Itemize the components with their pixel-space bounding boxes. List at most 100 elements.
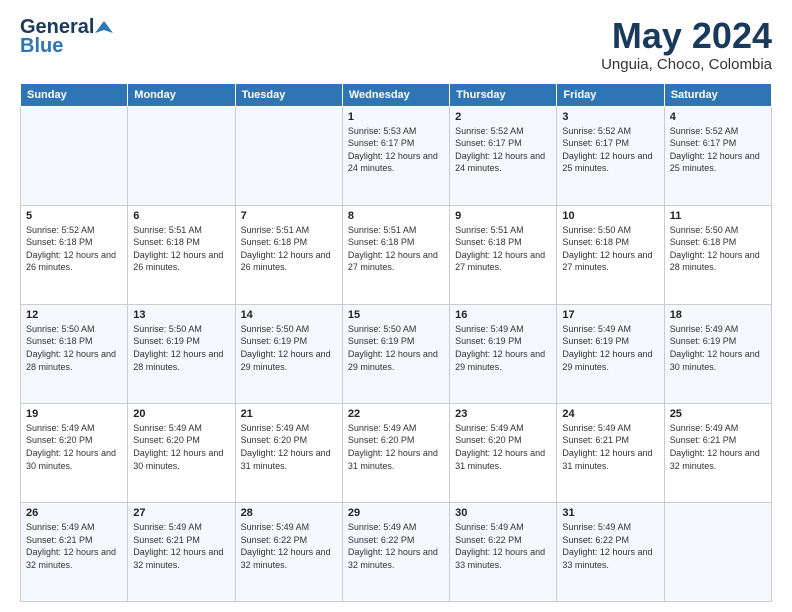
weekday-header-tuesday: Tuesday	[235, 83, 342, 106]
day-number: 15	[348, 309, 444, 321]
day-info: Sunrise: 5:51 AMSunset: 6:18 PMDaylight:…	[133, 224, 229, 274]
day-info: Sunrise: 5:51 AMSunset: 6:18 PMDaylight:…	[455, 224, 551, 274]
day-number: 2	[455, 111, 551, 123]
weekday-header-sunday: Sunday	[21, 83, 128, 106]
calendar-cell-2-1: 5 Sunrise: 5:52 AMSunset: 6:18 PMDayligh…	[21, 205, 128, 304]
calendar-cell-1-6: 3 Sunrise: 5:52 AMSunset: 6:17 PMDayligh…	[557, 106, 664, 205]
day-number: 20	[133, 408, 229, 420]
day-info: Sunrise: 5:49 AMSunset: 6:21 PMDaylight:…	[670, 422, 766, 472]
day-info: Sunrise: 5:52 AMSunset: 6:18 PMDaylight:…	[26, 224, 122, 274]
calendar-cell-4-2: 20 Sunrise: 5:49 AMSunset: 6:20 PMDaylig…	[128, 403, 235, 502]
day-number: 1	[348, 111, 444, 123]
day-number: 30	[455, 507, 551, 519]
logo: General Blue	[20, 16, 113, 58]
day-info: Sunrise: 5:49 AMSunset: 6:19 PMDaylight:…	[562, 323, 658, 373]
logo-blue: Blue	[20, 35, 63, 58]
day-info: Sunrise: 5:49 AMSunset: 6:20 PMDaylight:…	[241, 422, 337, 472]
day-number: 14	[241, 309, 337, 321]
calendar-cell-3-3: 14 Sunrise: 5:50 AMSunset: 6:19 PMDaylig…	[235, 304, 342, 403]
calendar-cell-4-5: 23 Sunrise: 5:49 AMSunset: 6:20 PMDaylig…	[450, 403, 557, 502]
day-number: 17	[562, 309, 658, 321]
day-number: 11	[670, 210, 766, 222]
day-info: Sunrise: 5:50 AMSunset: 6:18 PMDaylight:…	[670, 224, 766, 274]
calendar-cell-5-4: 29 Sunrise: 5:49 AMSunset: 6:22 PMDaylig…	[342, 502, 449, 601]
calendar-week-2: 5 Sunrise: 5:52 AMSunset: 6:18 PMDayligh…	[21, 205, 772, 304]
calendar-cell-1-7: 4 Sunrise: 5:52 AMSunset: 6:17 PMDayligh…	[664, 106, 771, 205]
day-info: Sunrise: 5:49 AMSunset: 6:22 PMDaylight:…	[455, 521, 551, 571]
calendar-cell-3-6: 17 Sunrise: 5:49 AMSunset: 6:19 PMDaylig…	[557, 304, 664, 403]
weekday-header-friday: Friday	[557, 83, 664, 106]
calendar-cell-5-5: 30 Sunrise: 5:49 AMSunset: 6:22 PMDaylig…	[450, 502, 557, 601]
day-number: 6	[133, 210, 229, 222]
weekday-header-row: SundayMondayTuesdayWednesdayThursdayFrid…	[21, 83, 772, 106]
calendar-cell-2-4: 8 Sunrise: 5:51 AMSunset: 6:18 PMDayligh…	[342, 205, 449, 304]
page-header: General Blue May 2024 Unguia, Choco, Col…	[20, 16, 772, 73]
day-info: Sunrise: 5:49 AMSunset: 6:19 PMDaylight:…	[670, 323, 766, 373]
day-number: 16	[455, 309, 551, 321]
weekday-header-saturday: Saturday	[664, 83, 771, 106]
weekday-header-wednesday: Wednesday	[342, 83, 449, 106]
day-info: Sunrise: 5:49 AMSunset: 6:21 PMDaylight:…	[26, 521, 122, 571]
day-number: 26	[26, 507, 122, 519]
calendar-week-5: 26 Sunrise: 5:49 AMSunset: 6:21 PMDaylig…	[21, 502, 772, 601]
day-info: Sunrise: 5:53 AMSunset: 6:17 PMDaylight:…	[348, 125, 444, 175]
day-number: 21	[241, 408, 337, 420]
month-title: May 2024	[601, 16, 772, 56]
calendar-cell-1-4: 1 Sunrise: 5:53 AMSunset: 6:17 PMDayligh…	[342, 106, 449, 205]
day-info: Sunrise: 5:49 AMSunset: 6:21 PMDaylight:…	[133, 521, 229, 571]
calendar-week-4: 19 Sunrise: 5:49 AMSunset: 6:20 PMDaylig…	[21, 403, 772, 502]
day-number: 27	[133, 507, 229, 519]
calendar-cell-2-7: 11 Sunrise: 5:50 AMSunset: 6:18 PMDaylig…	[664, 205, 771, 304]
day-number: 12	[26, 309, 122, 321]
day-number: 10	[562, 210, 658, 222]
day-number: 18	[670, 309, 766, 321]
day-info: Sunrise: 5:49 AMSunset: 6:20 PMDaylight:…	[455, 422, 551, 472]
day-number: 29	[348, 507, 444, 519]
day-number: 4	[670, 111, 766, 123]
day-number: 7	[241, 210, 337, 222]
day-info: Sunrise: 5:49 AMSunset: 6:20 PMDaylight:…	[26, 422, 122, 472]
day-number: 23	[455, 408, 551, 420]
day-info: Sunrise: 5:50 AMSunset: 6:18 PMDaylight:…	[26, 323, 122, 373]
calendar-cell-1-5: 2 Sunrise: 5:52 AMSunset: 6:17 PMDayligh…	[450, 106, 557, 205]
day-info: Sunrise: 5:49 AMSunset: 6:20 PMDaylight:…	[348, 422, 444, 472]
day-number: 5	[26, 210, 122, 222]
day-number: 22	[348, 408, 444, 420]
day-info: Sunrise: 5:52 AMSunset: 6:17 PMDaylight:…	[562, 125, 658, 175]
day-number: 25	[670, 408, 766, 420]
calendar-cell-5-3: 28 Sunrise: 5:49 AMSunset: 6:22 PMDaylig…	[235, 502, 342, 601]
calendar-cell-3-5: 16 Sunrise: 5:49 AMSunset: 6:19 PMDaylig…	[450, 304, 557, 403]
calendar-week-3: 12 Sunrise: 5:50 AMSunset: 6:18 PMDaylig…	[21, 304, 772, 403]
calendar-cell-1-2	[128, 106, 235, 205]
title-block: May 2024 Unguia, Choco, Colombia	[601, 16, 772, 73]
day-number: 31	[562, 507, 658, 519]
day-number: 8	[348, 210, 444, 222]
calendar-cell-2-2: 6 Sunrise: 5:51 AMSunset: 6:18 PMDayligh…	[128, 205, 235, 304]
day-number: 24	[562, 408, 658, 420]
logo-bird-icon	[95, 19, 113, 37]
day-number: 19	[26, 408, 122, 420]
day-number: 13	[133, 309, 229, 321]
day-info: Sunrise: 5:52 AMSunset: 6:17 PMDaylight:…	[670, 125, 766, 175]
calendar-cell-1-1	[21, 106, 128, 205]
calendar-cell-4-1: 19 Sunrise: 5:49 AMSunset: 6:20 PMDaylig…	[21, 403, 128, 502]
calendar-table: SundayMondayTuesdayWednesdayThursdayFrid…	[20, 83, 772, 602]
calendar-cell-2-6: 10 Sunrise: 5:50 AMSunset: 6:18 PMDaylig…	[557, 205, 664, 304]
weekday-header-thursday: Thursday	[450, 83, 557, 106]
day-info: Sunrise: 5:49 AMSunset: 6:22 PMDaylight:…	[348, 521, 444, 571]
calendar-cell-2-5: 9 Sunrise: 5:51 AMSunset: 6:18 PMDayligh…	[450, 205, 557, 304]
calendar-cell-5-1: 26 Sunrise: 5:49 AMSunset: 6:21 PMDaylig…	[21, 502, 128, 601]
calendar-cell-5-6: 31 Sunrise: 5:49 AMSunset: 6:22 PMDaylig…	[557, 502, 664, 601]
day-info: Sunrise: 5:50 AMSunset: 6:19 PMDaylight:…	[241, 323, 337, 373]
calendar-cell-4-4: 22 Sunrise: 5:49 AMSunset: 6:20 PMDaylig…	[342, 403, 449, 502]
day-info: Sunrise: 5:52 AMSunset: 6:17 PMDaylight:…	[455, 125, 551, 175]
day-number: 3	[562, 111, 658, 123]
calendar-cell-3-4: 15 Sunrise: 5:50 AMSunset: 6:19 PMDaylig…	[342, 304, 449, 403]
calendar-cell-3-2: 13 Sunrise: 5:50 AMSunset: 6:19 PMDaylig…	[128, 304, 235, 403]
calendar-cell-3-7: 18 Sunrise: 5:49 AMSunset: 6:19 PMDaylig…	[664, 304, 771, 403]
calendar-cell-5-2: 27 Sunrise: 5:49 AMSunset: 6:21 PMDaylig…	[128, 502, 235, 601]
calendar-cell-2-3: 7 Sunrise: 5:51 AMSunset: 6:18 PMDayligh…	[235, 205, 342, 304]
calendar-cell-4-6: 24 Sunrise: 5:49 AMSunset: 6:21 PMDaylig…	[557, 403, 664, 502]
day-info: Sunrise: 5:49 AMSunset: 6:22 PMDaylight:…	[241, 521, 337, 571]
calendar-body: 1 Sunrise: 5:53 AMSunset: 6:17 PMDayligh…	[21, 106, 772, 601]
